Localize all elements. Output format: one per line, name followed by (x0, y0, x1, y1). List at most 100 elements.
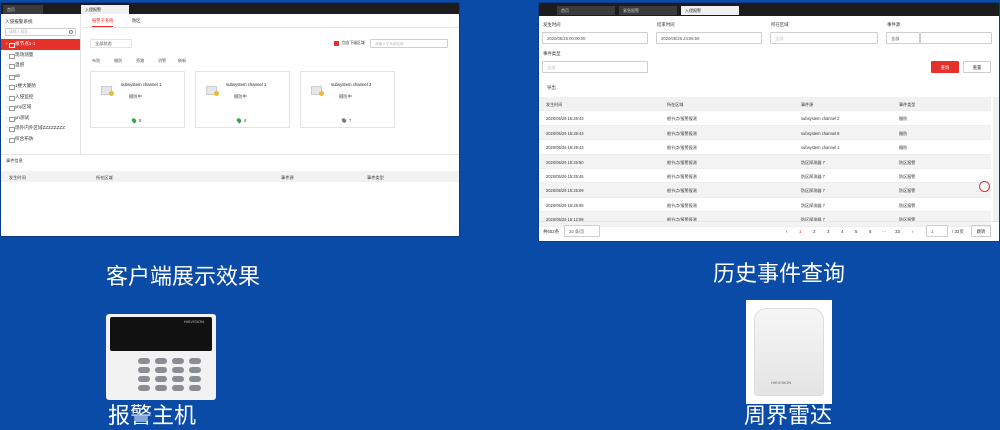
keypad-key (172, 358, 184, 364)
brand-logo: HIKVISION (183, 319, 204, 324)
area-label: 所在区域 (771, 22, 789, 27)
table-row[interactable]: 2020/05/26 15:25:50 根节点/报警报测 防区探测器 7 防区报警 (539, 154, 991, 169)
page-size-select[interactable]: 20 条/页 (564, 225, 600, 237)
pagination: 共652条 20 条/页 ‹ 1 2 3 4 5 6 ··· 33 › 1 / … (539, 221, 999, 241)
page-number[interactable]: 4 (841, 229, 843, 234)
tree-item[interactable]: 综合布防 (1, 134, 80, 145)
table-row[interactable]: 2020/05/26 15:28:43 根节点/报警报测 subsystem cha… (539, 111, 991, 126)
panel-display: HIKVISION (110, 317, 212, 351)
tree-item[interactable]: 入侵监控 (1, 92, 80, 103)
table-row[interactable]: 2020/05/26 15:25:05 根节点/报警报测 防区探测器 7 防区报警 (539, 197, 991, 213)
column-header: 事件源 (801, 102, 814, 107)
table-cell: 根节点/报警报测 (667, 130, 697, 136)
tab-emergency-alarm[interactable]: 紧急报警 (619, 6, 677, 15)
tree-item[interactable]: 温感 (1, 60, 80, 71)
keypad-key (138, 367, 150, 373)
goto-page-input[interactable]: 1 (926, 225, 948, 237)
tree-item[interactable]: 根节点1-1 (1, 39, 80, 50)
table-cell: 2020/05/26 15:25:05 (546, 202, 584, 208)
event-type-select[interactable]: 全部 (542, 61, 648, 73)
page-number[interactable]: 2 (813, 229, 815, 234)
search-icon[interactable] (69, 30, 73, 34)
table-cell: 防区探测器 7 (801, 202, 825, 208)
page-number[interactable]: 1 (799, 229, 801, 234)
jump-button[interactable]: 跳转 (971, 225, 991, 237)
bypass-button[interactable]: 旁路 (136, 58, 144, 64)
table-cell: 防区报警 (899, 159, 916, 165)
event-panel-title: 事件信息 (6, 158, 23, 163)
search-button[interactable]: 查询 (931, 61, 959, 73)
reset-button[interactable]: 重置 (963, 61, 991, 73)
column-header: 所在区域 (96, 175, 113, 180)
page-number[interactable]: 3 (827, 229, 829, 234)
tree-item[interactable]: 场外内外区域ZZZZZZZZ (1, 123, 80, 134)
tree-item[interactable]: 1楼大厦防 (1, 81, 80, 92)
subsystem-card[interactable]: subsystem channel 1 撤防中 6 (195, 71, 290, 128)
main-tabs: 报警子系统 防区 (82, 14, 459, 28)
keypad-key (172, 376, 184, 382)
table-row[interactable]: 2020/05/26 15:25:46 根节点/报警报测 防区探测器 7 防区报警 (539, 168, 991, 184)
event-source-select[interactable]: 全部 (886, 32, 920, 44)
subsystem-card[interactable]: subsystem channel 2 撤防中 7 (300, 71, 395, 128)
table-scrollbar[interactable] (993, 97, 999, 221)
disarm-button[interactable]: 撤防 (114, 58, 122, 64)
subsystem-search-input[interactable]: 请输入子系统名称 (370, 39, 448, 48)
keypad-key (189, 367, 201, 373)
keypad-key (138, 376, 150, 382)
column-header: 所在区域 (667, 102, 684, 107)
event-table: 发生时间 所在区域 事件源 事件类型 2020/05/26 15:28:43 根节… (539, 97, 991, 227)
history-window: 首页 紧急报警 入侵报警 发生时间 2020/05/26 00:00:00 结束… (538, 2, 1000, 242)
title-bar: 首页 入侵报警 (1, 3, 459, 14)
status-filter-select[interactable]: 全部状态 (90, 39, 132, 48)
column-header: 事件类型 (899, 102, 916, 107)
table-cell: 根节点/报警报测 (667, 145, 697, 151)
title-bar: 首页 紧急报警 入侵报警 (539, 3, 999, 16)
page-number[interactable]: 6 (869, 229, 871, 234)
tree-item[interactable]: yny区域 (1, 102, 80, 113)
prev-page-button[interactable]: ‹ (786, 229, 787, 234)
tab-intrusion-alarm[interactable]: 入侵报警 (681, 6, 739, 15)
tree-search-input[interactable]: 请输入搜索... (5, 28, 76, 36)
keypad-key (155, 358, 167, 364)
include-children-label: 包含下级区域 (342, 41, 365, 45)
event-source-input[interactable] (920, 32, 992, 44)
page-number[interactable]: 5 (855, 229, 857, 234)
table-cell: 防区报警 (899, 173, 916, 179)
tree-item[interactable]: 现场测量 (1, 50, 80, 61)
end-time-input[interactable]: 2020/05/26 23:59:59 (656, 32, 762, 44)
tree-item[interactable]: ab (1, 71, 80, 82)
table-cell: 2020/05/26 15:28:43 (546, 116, 584, 122)
tab-home[interactable]: 首页 (3, 5, 43, 14)
refresh-button[interactable]: 刷新 (178, 58, 186, 64)
tab-intrusion-alarm[interactable]: 入侵报警 (81, 5, 129, 14)
caption-alarm-panel: 报警主机 (108, 403, 197, 428)
area-select[interactable]: 全部 (770, 32, 878, 44)
location-pin-icon (340, 117, 348, 124)
keypad-key (138, 385, 150, 391)
next-page-button[interactable]: › (912, 229, 913, 234)
arm-button[interactable]: 布防 (92, 58, 100, 64)
tab-zone[interactable]: 防区 (132, 18, 141, 24)
subsystem-icon (206, 86, 219, 96)
clear-alarm-button[interactable]: 消警 (158, 58, 166, 64)
keypad-key (155, 367, 167, 373)
table-cell: 根节点/报警报测 (667, 116, 697, 122)
keypad-key (172, 367, 184, 373)
subsystem-card[interactable]: subsystem channel 1 撤防中 8 (90, 71, 185, 128)
tab-subsystem[interactable]: 报警子系统 (92, 18, 114, 27)
page-number[interactable]: 33 (895, 229, 900, 234)
table-row[interactable]: 2020/05/26 15:25:09 根节点/报警报测 防区探测器 7 防区报警 (539, 183, 991, 198)
tree-item[interactable]: yn测试 (1, 113, 80, 124)
tab-home[interactable]: 首页 (557, 6, 615, 15)
start-time-input[interactable]: 2020/05/26 00:00:00 (542, 32, 648, 44)
card-count: 7 (349, 118, 352, 123)
alarm-bell-icon[interactable] (979, 181, 990, 192)
table-row[interactable]: 2020/05/26 15:28:43 根节点/报警报测 subsystem cha… (539, 140, 991, 155)
ellipsis: ··· (882, 229, 887, 234)
caption-history-query: 历史事件查询 (713, 261, 846, 286)
table-cell: 防区报警 (899, 202, 916, 208)
export-button[interactable]: 导出 (547, 85, 556, 91)
brand-logo: HIKVISION (771, 380, 792, 385)
table-row[interactable]: 2020/05/26 15:28:43 根节点/报警报测 subsystem cha… (539, 125, 991, 141)
include-children-checkbox[interactable] (334, 41, 339, 46)
